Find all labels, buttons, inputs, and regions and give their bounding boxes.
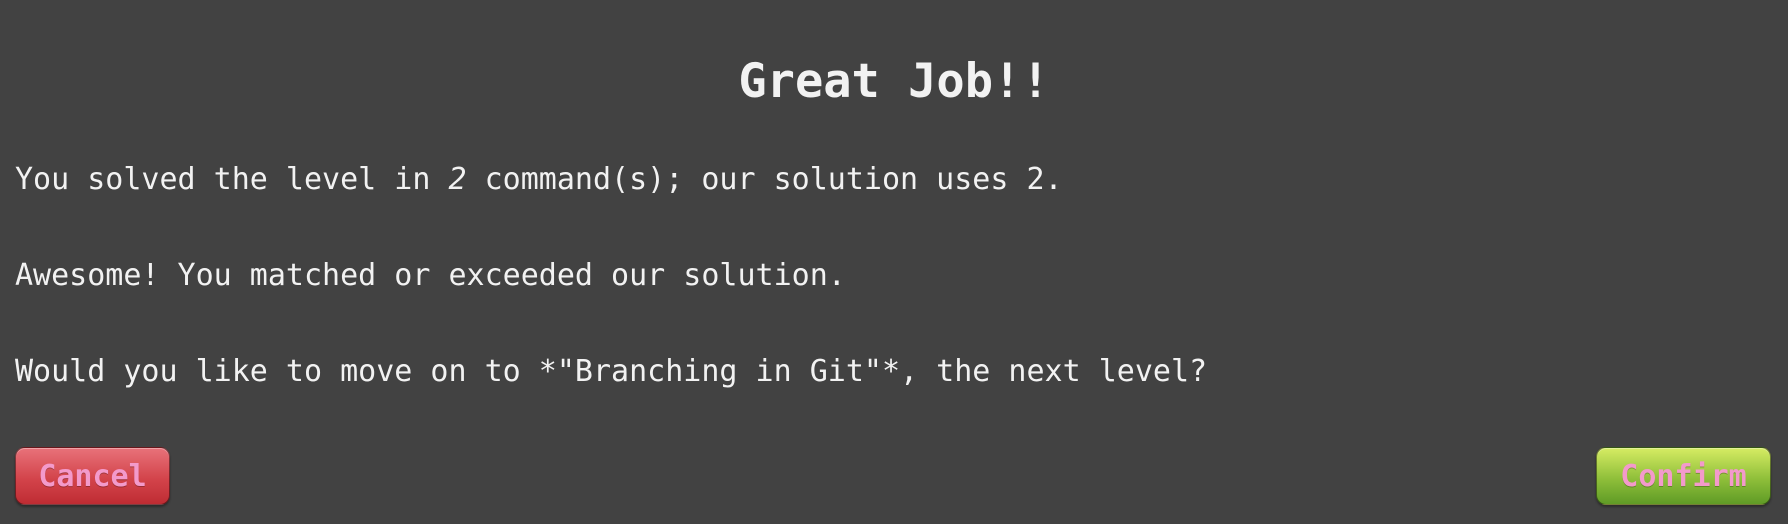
result-message: You solved the level in 2 command(s); ou… — [15, 160, 1063, 200]
result-suffix: command(s); our solution uses 2. — [466, 162, 1063, 197]
level-complete-dialog: Great Job!! You solved the level in 2 co… — [0, 0, 1788, 524]
next-level-prompt: Would you like to move on to *"Branching… — [15, 354, 1208, 389]
result-prefix: You solved the level in — [15, 162, 449, 197]
praise-message: Awesome! You matched or exceeded our sol… — [15, 258, 846, 293]
dialog-title: Great Job!! — [738, 54, 1050, 109]
cancel-button[interactable]: Cancel — [15, 447, 170, 505]
confirm-button[interactable]: Confirm — [1596, 447, 1771, 505]
user-command-count: 2 — [448, 162, 467, 197]
